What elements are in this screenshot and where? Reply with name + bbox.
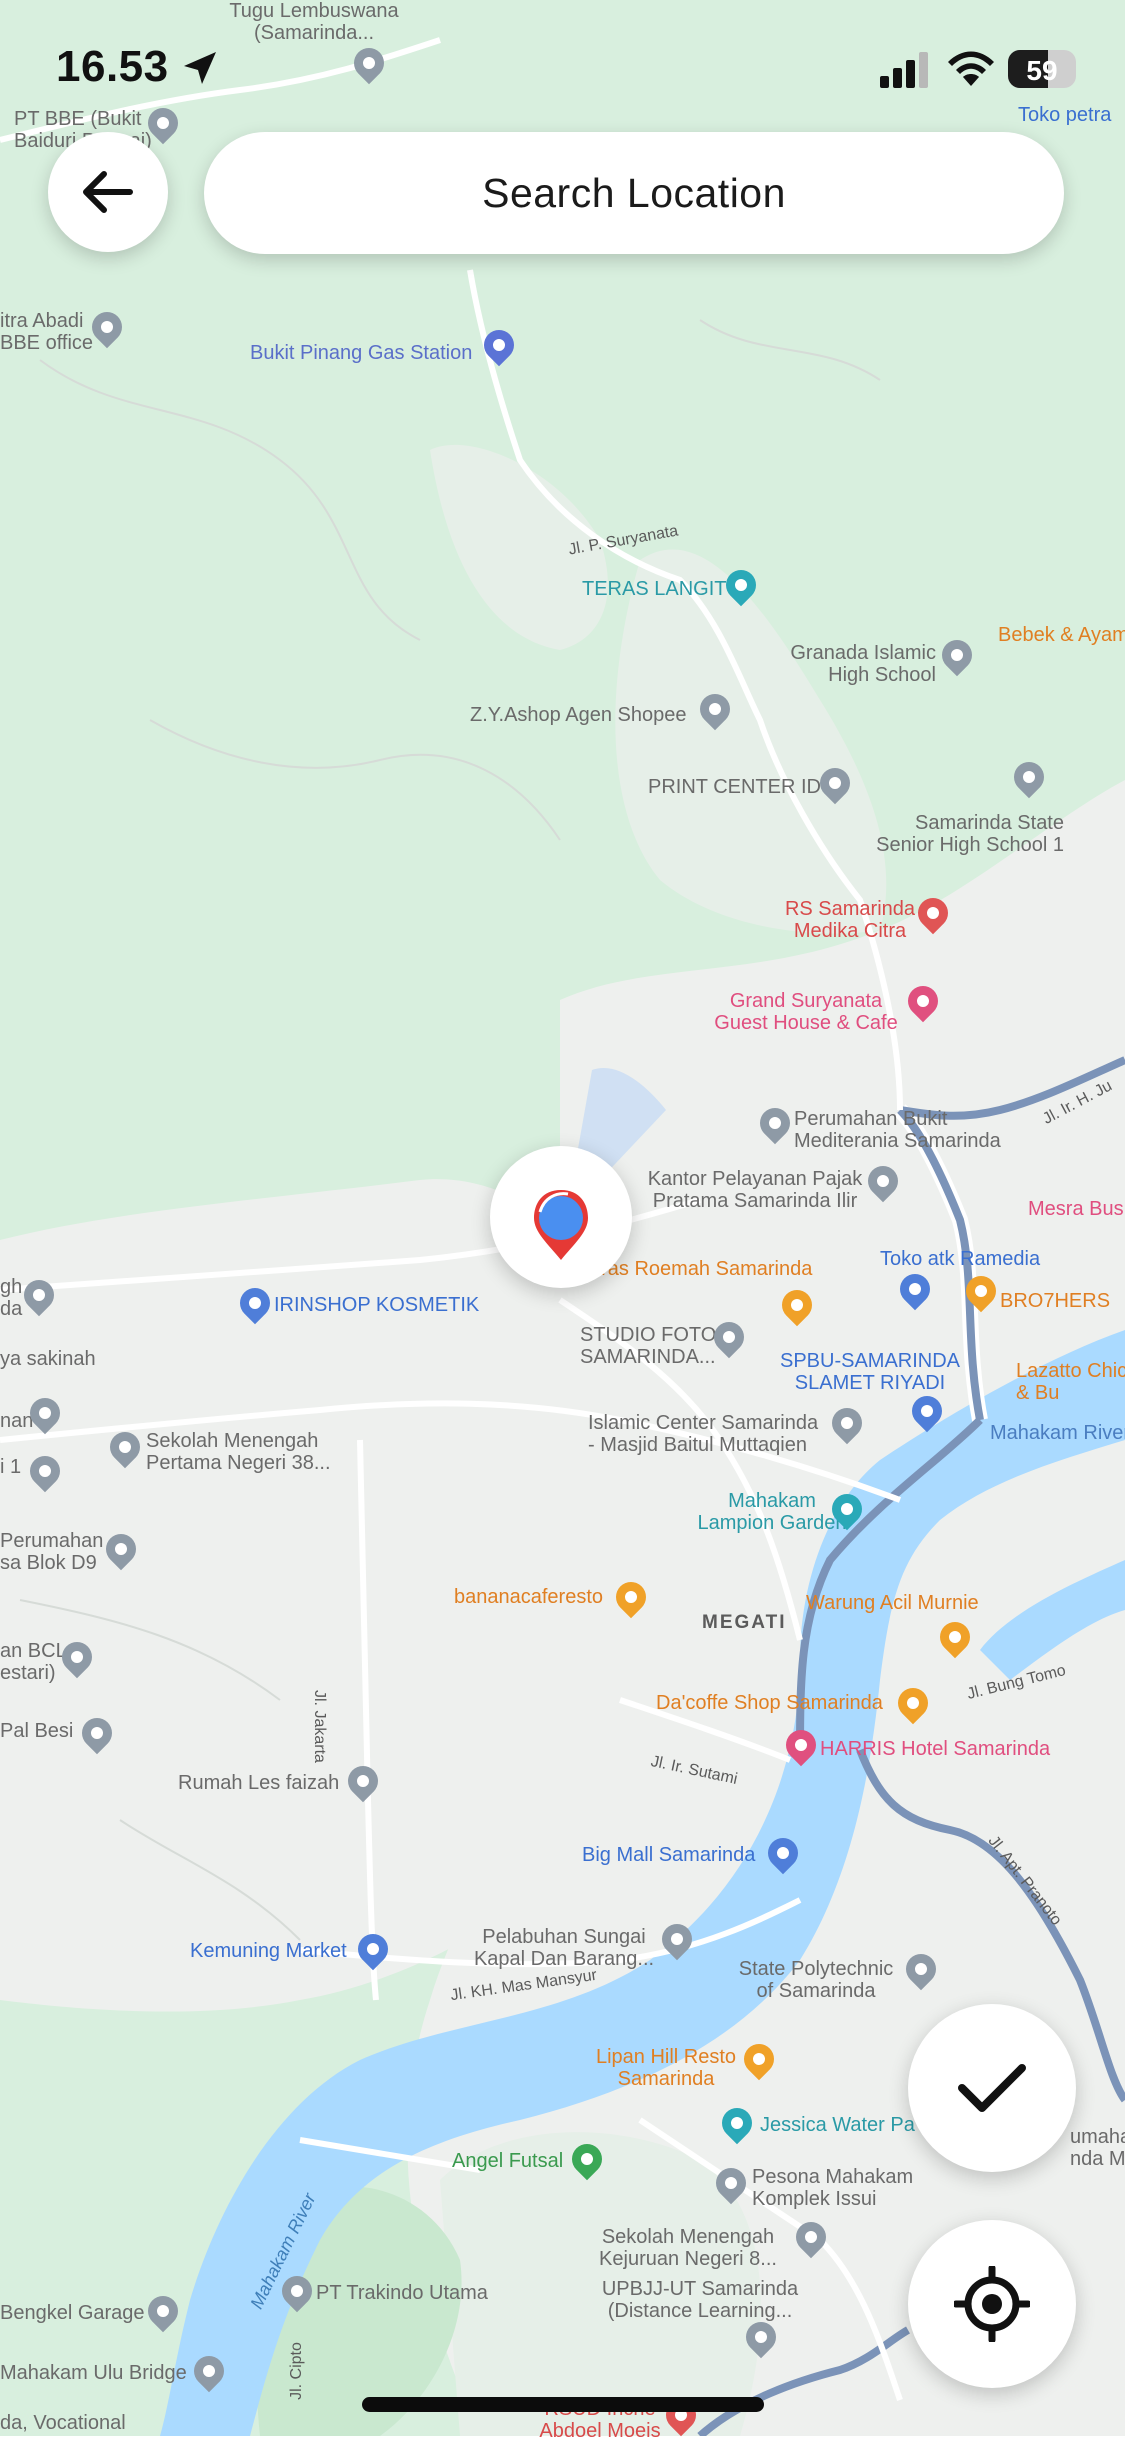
place-label[interactable]: Perumahan Bukit Mediterania Samarinda xyxy=(794,1108,1001,1152)
place-label[interactable]: bananacaferesto xyxy=(454,1586,603,1608)
cellular-signal-icon xyxy=(880,52,928,88)
place-label[interactable]: Pesona Mahakam Komplek Issui xyxy=(752,2166,913,2210)
my-location-button[interactable] xyxy=(908,2220,1076,2388)
place-label[interactable]: Grand Suryanata Guest House & Cafe xyxy=(714,990,897,1034)
map-pin-icon xyxy=(534,1190,588,1260)
place-label[interactable]: Rumah Les faizah xyxy=(178,1772,339,1794)
place-label[interactable]: da, Vocational xyxy=(0,2412,126,2434)
place-label[interactable]: umahan nda Mulia xyxy=(1070,2126,1125,2170)
place-label[interactable]: Z.Y.Ashop Agen Shopee xyxy=(470,704,686,726)
place-label[interactable]: RS Samarinda Medika Citra xyxy=(785,898,915,942)
place-label[interactable]: State Polytechnic of Samarinda xyxy=(739,1958,894,2002)
location-arrow-icon xyxy=(184,52,216,84)
status-time: 16.53 xyxy=(56,42,169,91)
place-label[interactable]: STUDIO FOTO SAMARINDA... xyxy=(580,1324,716,1368)
place-label[interactable]: Granada Islamic High School xyxy=(760,642,936,686)
place-label[interactable]: BRO7HERS xyxy=(1000,1290,1110,1312)
place-label[interactable]: Perumahan sa Blok D9 xyxy=(0,1530,103,1574)
road-label-jakarta: Jl. Jakarta xyxy=(311,1690,328,1763)
back-button[interactable] xyxy=(48,132,168,252)
place-label[interactable]: Kantor Pelayanan Pajak Pratama Samarinda… xyxy=(648,1168,863,1212)
road-label-cipto: Jl. Cipto xyxy=(287,2342,305,2400)
place-label[interactable]: Lipan Hill Resto Samarinda xyxy=(596,2046,736,2090)
place-label[interactable]: Mahakam River xyxy=(990,1422,1125,1444)
place-label[interactable]: an BCL estari) xyxy=(0,1640,67,1684)
place-label[interactable]: PRINT CENTER ID xyxy=(648,776,821,798)
status-bar: 16.53 59 xyxy=(0,0,1125,130)
place-label[interactable]: Warung Acil Murnie xyxy=(806,1592,979,1614)
place-label[interactable]: Lazatto Chic & Bu xyxy=(1016,1360,1125,1404)
place-label[interactable]: Pal Besi xyxy=(0,1720,73,1742)
place-label[interactable]: Pelabuhan Sungai Kapal Dan Barang... xyxy=(474,1926,654,1970)
place-label[interactable]: Sekolah Menengah Pertama Negeri 38... xyxy=(146,1430,331,1474)
home-indicator xyxy=(362,2397,764,2412)
place-label[interactable]: UPBJJ-UT Samarinda (Distance Learning... xyxy=(602,2278,798,2322)
wifi-icon xyxy=(948,51,994,86)
place-label[interactable]: itra Abadi BBE office xyxy=(0,310,93,354)
place-label[interactable]: Mahakam Ulu Bridge xyxy=(0,2362,187,2384)
place-label[interactable]: Sekolah Menengah Kejuruan Negeri 8... xyxy=(599,2226,777,2270)
search-location-button[interactable]: Search Location xyxy=(204,132,1064,254)
place-label[interactable]: Angel Futsal xyxy=(452,2150,563,2172)
place-label[interactable]: PT Trakindo Utama xyxy=(316,2282,488,2304)
place-label[interactable]: Mesra Bus xyxy=(1028,1198,1124,1220)
confirm-location-button[interactable] xyxy=(908,2004,1076,2172)
arrow-left-icon xyxy=(83,171,133,213)
place-label[interactable]: Islamic Center Samarinda - Masjid Baitul… xyxy=(588,1412,818,1456)
place-label[interactable]: Jessica Water Pa xyxy=(760,2114,915,2136)
place-label[interactable]: Kemuning Market xyxy=(190,1940,347,1962)
place-label[interactable]: IRINSHOP KOSMETIK xyxy=(274,1294,479,1316)
search-location-label: Search Location xyxy=(482,169,786,216)
place-label[interactable]: Toko atk Ramedia xyxy=(880,1248,1040,1270)
place-label[interactable]: i 1 xyxy=(0,1456,21,1478)
crosshair-icon xyxy=(954,2266,1030,2342)
place-label[interactable]: TERAS LANGIT xyxy=(582,578,726,600)
place-label[interactable]: Bebek & Ayam xyxy=(998,624,1125,646)
district-label: MEGATI xyxy=(702,1612,787,1633)
place-label[interactable]: gh da xyxy=(0,1276,22,1320)
place-label[interactable]: Da'coffe Shop Samarinda xyxy=(656,1692,883,1714)
battery-level: 59 xyxy=(1026,55,1058,86)
place-label[interactable]: Mahakam Lampion Garden xyxy=(698,1490,847,1534)
place-label[interactable]: Samarinda State Senior High School 1 xyxy=(820,812,1064,856)
place-label[interactable]: Big Mall Samarinda xyxy=(582,1844,755,1866)
place-label[interactable]: ya sakinah xyxy=(0,1348,96,1370)
place-label[interactable]: SPBU-SAMARINDA SLAMET RIYADI xyxy=(780,1350,960,1394)
place-label[interactable]: HARRIS Hotel Samarinda xyxy=(820,1738,1050,1760)
location-picker-marker[interactable] xyxy=(490,1146,632,1288)
place-label[interactable]: Bengkel Garage xyxy=(0,2302,145,2324)
place-label[interactable]: Bukit Pinang Gas Station xyxy=(250,342,472,364)
battery-icon: 59 xyxy=(1008,50,1076,88)
checkmark-icon xyxy=(958,2064,1026,2112)
place-label[interactable]: nan xyxy=(0,1410,33,1432)
